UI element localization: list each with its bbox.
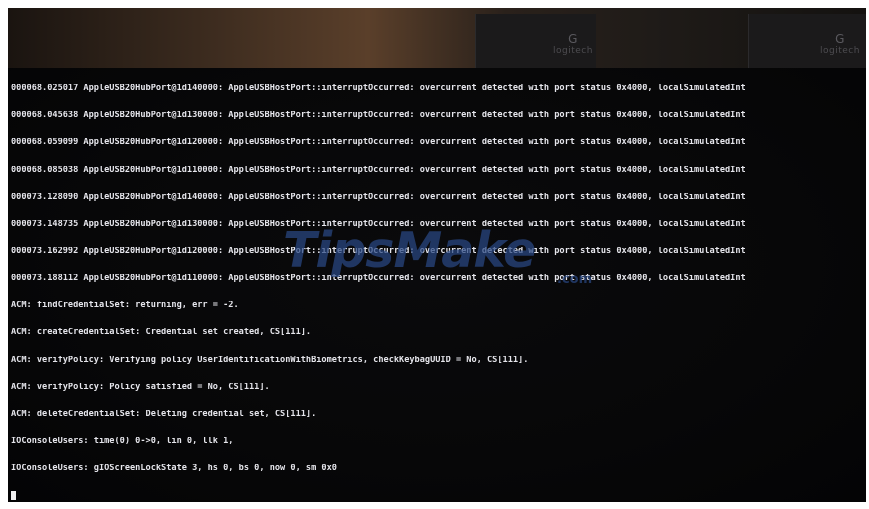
speaker-brand-right: logitech xyxy=(820,46,860,56)
log-line: ACM: findCredentialSet: returning, err =… xyxy=(11,301,239,311)
watermark: TipsMake xyxy=(283,222,536,279)
text-cursor xyxy=(11,491,16,501)
log-line: IOConsoleUsers: time(0) 0->0, lin 0, llk… xyxy=(11,436,234,446)
log-line: 000068.025017 AppleUSB20HubPort@1d140000… xyxy=(11,84,746,94)
prompt-line[interactable] xyxy=(11,491,856,501)
log-line: ACM: verifyPolicy: Policy satisfied = No… xyxy=(11,382,270,392)
logitech-g-icon: G xyxy=(835,32,845,46)
speaker-brand-left: logitech xyxy=(553,46,593,56)
watermark-suffix: .com xyxy=(557,272,593,287)
log-line: 000068.045638 AppleUSB20HubPort@1d130000… xyxy=(11,111,746,121)
speaker-logo-right: G logitech xyxy=(820,32,860,56)
log-line: ACM: createCredentialSet: Credential set… xyxy=(11,328,312,338)
verbose-boot-log: 000068.025017 AppleUSB20HubPort@1d140000… xyxy=(11,66,856,509)
log-line: IOConsoleUsers: gIOScreenLockState 3, hs… xyxy=(11,464,337,474)
monitor-bezel xyxy=(8,8,866,68)
log-line: ACM: deleteCredentialSet: Deleting crede… xyxy=(11,409,317,419)
logitech-g-icon: G xyxy=(568,32,578,46)
log-line: 000073.128090 AppleUSB20HubPort@1d140000… xyxy=(11,192,746,202)
log-line: 000068.085038 AppleUSB20HubPort@1d110000… xyxy=(11,165,746,175)
log-line: ACM: verifyPolicy: Verifying policy User… xyxy=(11,355,529,365)
log-line: 000068.059099 AppleUSB20HubPort@1d120000… xyxy=(11,138,746,148)
speaker-logo-left: G logitech xyxy=(553,32,593,56)
